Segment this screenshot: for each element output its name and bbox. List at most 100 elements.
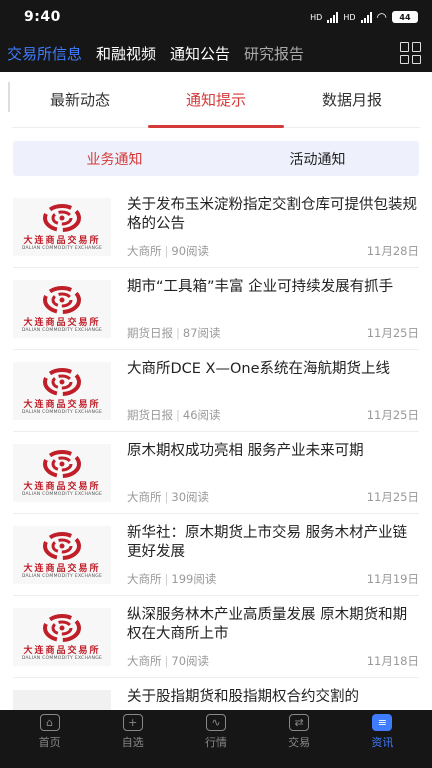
news-date: 11月19日 xyxy=(366,572,419,586)
news-source: 大商所 xyxy=(127,572,162,586)
dce-logo-thumbnail: 大连商品交易所 DALIAN COMMODITY EXCHANGE xyxy=(13,362,111,420)
tab-notices[interactable]: 通知公告 xyxy=(163,34,237,72)
list-item[interactable]: 大连商品交易所 DALIAN COMMODITY EXCHANGE 新华社：原木… xyxy=(13,514,419,596)
logo-text-cn: 大连商品交易所 xyxy=(23,235,101,246)
logo-text-en: DALIAN COMMODITY EXCHANGE xyxy=(21,409,103,415)
dce-logo-icon xyxy=(43,449,81,478)
dce-logo-thumbnail: 大连商品交易所 DALIAN COMMODITY EXCHANGE xyxy=(13,280,111,338)
notice-type-segment: 业务通知 活动通知 xyxy=(13,141,419,176)
news-date: 11月25日 xyxy=(366,490,419,504)
segment-business-notice[interactable]: 业务通知 xyxy=(13,141,216,176)
logo-text-en: DALIAN COMMODITY EXCHANGE xyxy=(21,573,103,579)
bottom-nav: ⌂ 首页 + 自选 ∿ 行情 ⇄ 交易 ≡ 资讯 xyxy=(0,710,432,754)
battery-icon: 44 xyxy=(392,11,418,23)
nav-watchlist[interactable]: + 自选 xyxy=(103,714,163,750)
top-nav: 交易所信息 和融视频 通知公告 研究报告 xyxy=(0,34,432,72)
logo-text-en: DALIAN COMMODITY EXCHANGE xyxy=(21,491,103,497)
home-icon: ⌂ xyxy=(39,714,60,731)
news-reads: 90阅读 xyxy=(171,244,210,258)
nav-label: 自选 xyxy=(121,736,144,749)
logo-text-en: DALIAN COMMODITY EXCHANGE xyxy=(21,655,103,661)
signal-icon xyxy=(360,11,372,23)
dce-logo-icon xyxy=(43,203,81,232)
tab-video[interactable]: 和融视频 xyxy=(89,34,163,72)
nav-label: 首页 xyxy=(38,736,61,749)
news-meta: 大商所 | 90阅读 xyxy=(127,244,210,258)
news-title[interactable]: 关于股指期货和股指期权合约交割的 xyxy=(127,688,419,707)
dce-logo-thumbnail: 大连商品交易所 DALIAN COMMODITY EXCHANGE xyxy=(13,444,111,502)
news-date: 11月25日 xyxy=(366,326,419,340)
news-title[interactable]: 关于发布玉米淀粉指定交割仓库可提供包装规格的公告 xyxy=(127,196,419,234)
tab-research[interactable]: 研究报告 xyxy=(237,34,311,72)
exchange-icon: ⇄ xyxy=(289,714,310,731)
news-reads: 30阅读 xyxy=(171,490,210,504)
dce-logo-thumbnail: 大连商品交易所 DALIAN COMMODITY EXCHANGE xyxy=(13,526,111,584)
list-item[interactable]: 大连商品交易所 DALIAN COMMODITY EXCHANGE 原木期权成功… xyxy=(13,432,419,514)
dce-logo-thumbnail: 大连商品交易所 DALIAN COMMODITY EXCHANGE xyxy=(13,198,111,256)
news-reads: 46阅读 xyxy=(182,408,221,422)
subtab-notifications[interactable]: 通知提示 xyxy=(148,72,284,128)
news-source: 大商所 xyxy=(127,654,162,668)
news-source: 大商所 xyxy=(127,490,162,504)
dce-logo-icon xyxy=(43,531,81,560)
top-tabs: 交易所信息 和融视频 通知公告 研究报告 xyxy=(0,34,390,72)
sub-tabs: 最新动态 通知提示 数据月报 xyxy=(12,72,420,128)
logo-text-en: DALIAN COMMODITY EXCHANGE xyxy=(21,327,103,333)
news-meta: 大商所 | 30阅读 xyxy=(127,490,210,504)
scroll-indicator xyxy=(8,82,10,112)
dce-logo-thumbnail: 大连商品交易所 DALIAN COMMODITY EXCHANGE xyxy=(13,608,111,666)
logo-text-cn: 大连商品交易所 xyxy=(23,317,101,328)
nav-market[interactable]: ∿ 行情 xyxy=(186,714,246,750)
tab-exchange-info[interactable]: 交易所信息 xyxy=(0,34,89,72)
signal-icon xyxy=(327,11,339,23)
news-meta: 期货日报 | 46阅读 xyxy=(127,408,221,422)
wifi-icon: ◠ xyxy=(376,10,387,24)
news-date: 11月28日 xyxy=(366,244,419,258)
logo-text-cn: 大连商品交易所 xyxy=(23,563,101,574)
news-list: 大连商品交易所 DALIAN COMMODITY EXCHANGE 关于发布玉米… xyxy=(0,186,432,760)
list-item[interactable]: 大连商品交易所 DALIAN COMMODITY EXCHANGE 大商所DCE… xyxy=(13,350,419,432)
nav-label: 行情 xyxy=(204,736,227,749)
system-home-bar xyxy=(0,754,432,768)
news-date: 11月25日 xyxy=(366,408,419,422)
network-label-2: HD xyxy=(343,12,356,22)
nav-label: 交易 xyxy=(288,736,311,749)
chart-icon: ∿ xyxy=(205,714,226,731)
news-reads: 70阅读 xyxy=(171,654,210,668)
news-title[interactable]: 原木期权成功亮相 服务产业未来可期 xyxy=(127,442,419,461)
logo-text-en: DALIAN COMMODITY EXCHANGE xyxy=(21,245,103,251)
news-title[interactable]: 纵深服务林木产业高质量发展 原木期货和期权在大商所上市 xyxy=(127,606,419,644)
segment-event-notice[interactable]: 活动通知 xyxy=(216,141,419,176)
news-icon: ≡ xyxy=(372,714,393,731)
nav-label: 资讯 xyxy=(371,736,394,749)
news-source: 期货日报 xyxy=(127,326,173,340)
news-title[interactable]: 大商所DCE X—One系统在海航期货上线 xyxy=(127,360,419,379)
news-reads: 87阅读 xyxy=(182,326,221,340)
logo-text-cn: 大连商品交易所 xyxy=(23,399,101,410)
nav-trade[interactable]: ⇄ 交易 xyxy=(269,714,329,750)
news-date: 11月18日 xyxy=(366,654,419,668)
dce-logo-icon xyxy=(43,367,81,396)
news-title[interactable]: 新华社：原木期货上市交易 服务木材产业链更好发展 xyxy=(127,524,419,562)
news-reads: 199阅读 xyxy=(171,572,217,586)
dce-logo-icon xyxy=(43,285,81,314)
news-source: 期货日报 xyxy=(127,408,173,422)
dce-logo-icon xyxy=(43,613,81,642)
nav-news[interactable]: ≡ 资讯 xyxy=(352,714,412,750)
list-item[interactable]: 大连商品交易所 DALIAN COMMODITY EXCHANGE 关于发布玉米… xyxy=(13,186,419,268)
add-icon: + xyxy=(122,714,143,731)
subtab-latest[interactable]: 最新动态 xyxy=(12,72,148,127)
news-meta: 大商所 | 199阅读 xyxy=(127,572,217,586)
logo-text-cn: 大连商品交易所 xyxy=(23,645,101,656)
nav-home[interactable]: ⌂ 首页 xyxy=(20,714,80,750)
list-item[interactable]: 大连商品交易所 DALIAN COMMODITY EXCHANGE 期市“工具箱… xyxy=(13,268,419,350)
news-source: 大商所 xyxy=(127,244,162,258)
grid-menu-icon[interactable] xyxy=(400,42,422,64)
subtab-monthly-data[interactable]: 数据月报 xyxy=(284,72,420,127)
news-meta: 大商所 | 70阅读 xyxy=(127,654,210,668)
network-label-1: HD xyxy=(310,12,323,22)
status-time: 9:40 xyxy=(24,9,61,25)
news-title[interactable]: 期市“工具箱”丰富 企业可持续发展有抓手 xyxy=(127,278,419,297)
logo-text-cn: 大连商品交易所 xyxy=(23,481,101,492)
list-item[interactable]: 大连商品交易所 DALIAN COMMODITY EXCHANGE 纵深服务林木… xyxy=(13,596,419,678)
